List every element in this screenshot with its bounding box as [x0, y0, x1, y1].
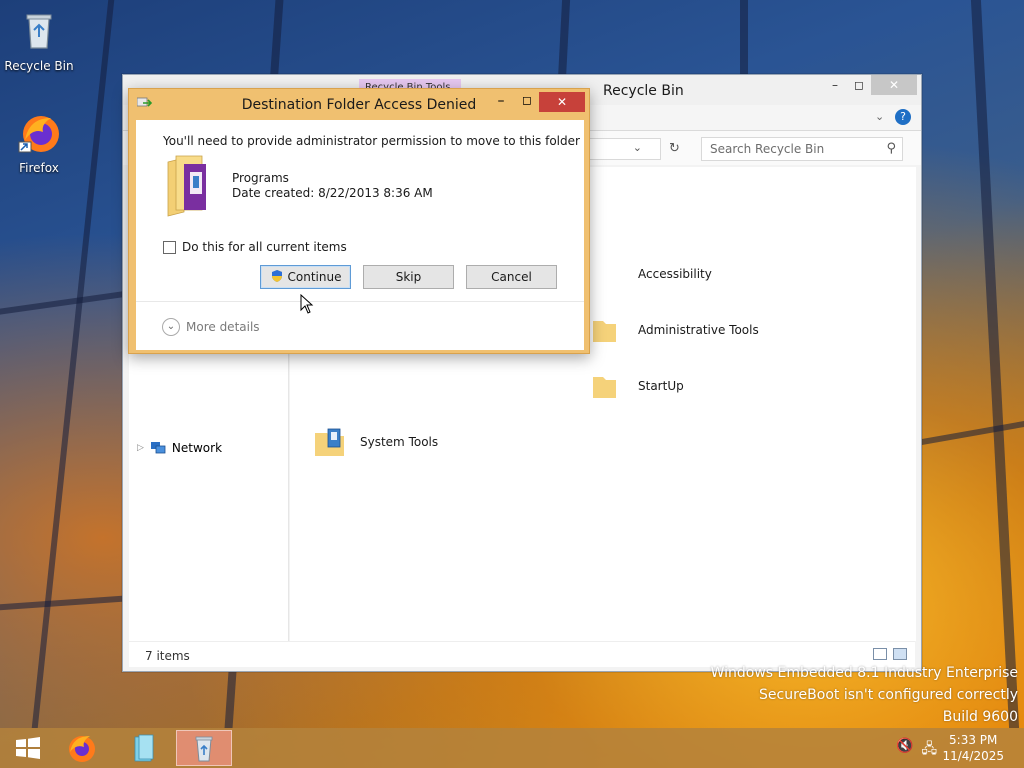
wallpaper-line: [557, 0, 571, 80]
continue-button-label: Continue: [287, 270, 342, 284]
watermark-secureboot: SecureBoot isn't configured correctly: [759, 687, 1018, 703]
network-icon: [150, 442, 166, 454]
item-count: 7 items: [145, 649, 190, 663]
details-view-icon[interactable]: [873, 648, 887, 660]
uac-shield-icon: [271, 270, 282, 282]
list-item[interactable]: Accessibility: [592, 257, 712, 291]
access-denied-dialog: Destination Folder Access Denied – ◻ ✕ Y…: [128, 88, 590, 354]
list-item-label: Administrative Tools: [638, 323, 759, 337]
chevron-down-icon[interactable]: ⌄: [162, 318, 180, 336]
system-tray: 🔇 🖧: [896, 738, 937, 762]
dialog-message: You'll need to provide administrator per…: [163, 134, 580, 148]
mouse-cursor-icon: [300, 294, 314, 314]
view-toggle: [873, 648, 907, 660]
taskbar-recycle-bin[interactable]: [176, 730, 232, 766]
network-status-icon[interactable]: 🖧: [921, 738, 937, 762]
address-bar[interactable]: ⌄: [589, 138, 661, 160]
nav-item-label: Network: [171, 441, 223, 455]
folder-icon: [593, 377, 616, 398]
wallpaper-line: [922, 421, 1024, 445]
list-item-label: StartUp: [638, 379, 684, 393]
close-button[interactable]: ✕: [871, 75, 917, 95]
search-placeholder: Search Recycle Bin: [710, 142, 825, 156]
list-item-label: System Tools: [360, 435, 439, 449]
dialog-minimize-button[interactable]: –: [491, 93, 511, 109]
windows-logo-icon: [16, 737, 40, 759]
continue-button[interactable]: Continue: [260, 265, 351, 289]
desktop-icon-recycle-bin[interactable]: Recycle Bin: [1, 8, 77, 73]
wallpaper-line: [970, 0, 1020, 728]
clock-time: 5:33 PM: [949, 733, 998, 747]
watermark-edition: Windows Embedded 8.1 Industry Enterprise: [710, 665, 1018, 681]
dialog-separator: [136, 301, 584, 302]
expand-arrow-icon[interactable]: ▷: [137, 443, 144, 453]
apply-all-checkbox[interactable]: [163, 240, 176, 254]
folder-date-created: Date created: 8/22/2013 8:36 AM: [232, 186, 433, 200]
refresh-icon[interactable]: ↻: [669, 141, 680, 156]
desktop-icon-label: Recycle Bin: [4, 59, 74, 73]
status-bar: 7 items: [129, 641, 915, 667]
desktop: Recycle Bin Firefox Recycle Bin Tools Re…: [0, 0, 1024, 768]
desktop-icon-firefox[interactable]: Firefox: [1, 110, 77, 175]
chevron-down-icon[interactable]: ⌄: [633, 141, 642, 154]
programs-folder-icon: [167, 155, 206, 217]
folder-icon: [315, 428, 344, 456]
help-icon[interactable]: ?: [895, 109, 911, 125]
chevron-down-icon[interactable]: ⌄: [875, 110, 884, 123]
taskbar-firefox[interactable]: [54, 730, 110, 766]
list-item-label: Accessibility: [638, 267, 712, 281]
large-icons-view-icon[interactable]: [893, 648, 907, 660]
clock-date: 11/4/2025: [942, 749, 1004, 763]
folder-name: Programs: [232, 171, 289, 185]
taskbar: 🔇 🖧 5:33 PM 11/4/2025: [0, 728, 1024, 768]
nav-item-network[interactable]: ▷ Network: [137, 441, 222, 455]
more-details-label: More details: [186, 320, 260, 334]
apply-all-checkbox-row[interactable]: Do this for all current items: [163, 240, 347, 254]
dialog-maximize-button[interactable]: ◻: [517, 93, 537, 107]
wallpaper-line: [0, 291, 122, 315]
file-explorer-icon: [134, 734, 154, 762]
wallpaper-line: [0, 595, 122, 611]
skip-button[interactable]: Skip: [363, 265, 454, 289]
cancel-button[interactable]: Cancel: [466, 265, 557, 289]
wallpaper-line: [740, 0, 748, 80]
search-input[interactable]: Search Recycle Bin ⚲: [701, 137, 903, 161]
volume-muted-icon[interactable]: 🔇: [896, 738, 913, 762]
folder-icon: [593, 321, 616, 342]
search-icon: ⚲: [886, 141, 896, 156]
folder-icon: [592, 257, 626, 291]
dialog-body: You'll need to provide administrator per…: [136, 120, 584, 350]
dialog-close-button[interactable]: ✕: [539, 92, 585, 112]
list-item[interactable]: Administrative Tools: [592, 313, 759, 347]
firefox-icon: [18, 116, 59, 153]
start-button[interactable]: [0, 730, 56, 766]
list-item[interactable]: StartUp: [592, 369, 684, 403]
clock[interactable]: 5:33 PM 11/4/2025: [942, 732, 1004, 764]
recycle-bin-icon: [195, 736, 213, 762]
watermark-build: Build 9600: [942, 709, 1018, 725]
taskbar-file-explorer[interactable]: [116, 730, 172, 766]
desktop-icon-label: Firefox: [19, 161, 59, 175]
apply-all-checkbox-label: Do this for all current items: [182, 240, 347, 254]
list-item[interactable]: System Tools: [314, 425, 438, 459]
window-title: Recycle Bin: [603, 83, 684, 99]
more-details-toggle[interactable]: ⌄ More details: [162, 318, 260, 336]
maximize-button[interactable]: ◻: [845, 75, 873, 95]
firefox-icon: [69, 736, 95, 762]
recycle-bin-icon: [26, 14, 52, 49]
